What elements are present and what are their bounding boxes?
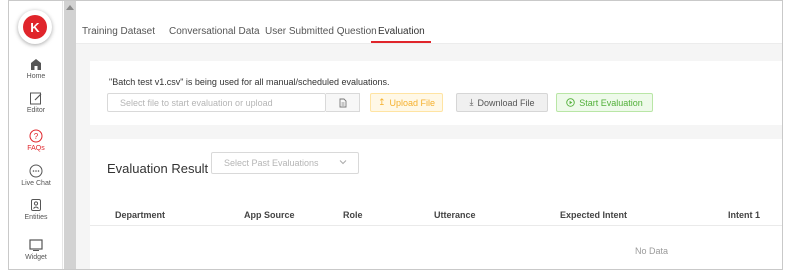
play-icon <box>566 98 575 107</box>
start-evaluation-label: Start Evaluation <box>579 97 643 108</box>
chevron-down-icon <box>339 160 347 165</box>
sidebar-item-faqs[interactable]: ? FAQs <box>9 129 63 153</box>
chat-icon <box>29 164 43 178</box>
download-file-button[interactable]: ⤓ Download File <box>456 93 548 112</box>
sidebar-item-label: Editor <box>26 107 46 114</box>
upload-icon: ↥ <box>377 97 386 107</box>
start-evaluation-button[interactable]: Start Evaluation <box>556 93 653 112</box>
sidebar-item-label: Home <box>26 73 46 80</box>
column-header-department[interactable]: Department <box>115 210 165 220</box>
sidebar-item-label: Widget <box>25 254 47 261</box>
sidebar-item-live-chat[interactable]: Live Chat <box>9 164 63 188</box>
column-header-expected-intent[interactable]: Expected Intent <box>560 210 627 220</box>
evaluation-notice: "Batch test v1.csv" is being used for al… <box>109 77 390 87</box>
scroll-up-icon[interactable] <box>66 5 74 10</box>
upload-file-button[interactable]: ↥ Upload File <box>370 93 443 112</box>
sidebar-item-label: Entities <box>24 214 48 221</box>
faq-icon: ? <box>29 129 43 143</box>
sidebar-item-home[interactable]: Home <box>9 57 63 81</box>
table-header-divider <box>90 225 782 226</box>
tab-evaluation[interactable]: Evaluation <box>378 26 425 37</box>
evaluation-result-panel: Evaluation Result Select Past Evaluation… <box>90 139 782 269</box>
editor-icon <box>30 92 42 105</box>
file-icon <box>339 98 346 107</box>
column-header-utterance[interactable]: Utterance <box>434 210 476 220</box>
file-browse-button[interactable] <box>326 93 360 112</box>
sidebar-item-label: Live Chat <box>21 180 51 187</box>
scrollbar[interactable] <box>64 1 76 269</box>
entities-icon <box>31 199 41 211</box>
evaluation-result-title: Evaluation Result <box>107 161 209 176</box>
past-evaluations-select[interactable]: Select Past Evaluations <box>211 152 359 174</box>
sidebar: K Home Editor ? FAQs Live Chat Entities … <box>9 1 63 269</box>
logo-letter: K <box>23 15 47 39</box>
empty-table-text: No Data <box>635 246 669 256</box>
sidebar-item-label: FAQs <box>27 145 45 152</box>
past-evaluations-placeholder: Select Past Evaluations <box>224 158 319 168</box>
home-icon <box>31 59 41 70</box>
brand-logo[interactable]: K <box>18 10 52 44</box>
active-tab-indicator <box>371 41 431 43</box>
sidebar-item-entities[interactable]: Entities <box>9 198 63 222</box>
svg-text:?: ? <box>34 132 39 141</box>
column-header-intent-1[interactable]: Intent 1 <box>728 210 760 220</box>
main-content: Training Dataset Conversational Data Use… <box>76 1 782 269</box>
file-select-input[interactable]: Select file to start evaluation or uploa… <box>107 93 326 112</box>
sidebar-item-widget[interactable]: Widget <box>9 238 63 262</box>
tab-conversational-data[interactable]: Conversational Data <box>169 26 260 37</box>
widget-icon <box>29 239 43 251</box>
tab-training-dataset[interactable]: Training Dataset <box>82 26 155 37</box>
app-window: K Home Editor ? FAQs Live Chat Entities … <box>8 0 783 270</box>
download-icon: ⤓ <box>469 97 474 107</box>
column-header-app-source[interactable]: App Source <box>244 210 295 220</box>
evaluation-panel: "Batch test v1.csv" is being used for al… <box>90 61 782 125</box>
tab-user-submitted-question[interactable]: User Submitted Question <box>265 26 377 37</box>
column-header-role[interactable]: Role <box>343 210 363 220</box>
upload-file-label: Upload File <box>389 97 436 108</box>
sidebar-item-editor[interactable]: Editor <box>9 91 63 115</box>
download-file-label: Download File <box>477 97 535 108</box>
tab-bar: Training Dataset Conversational Data Use… <box>76 1 782 44</box>
